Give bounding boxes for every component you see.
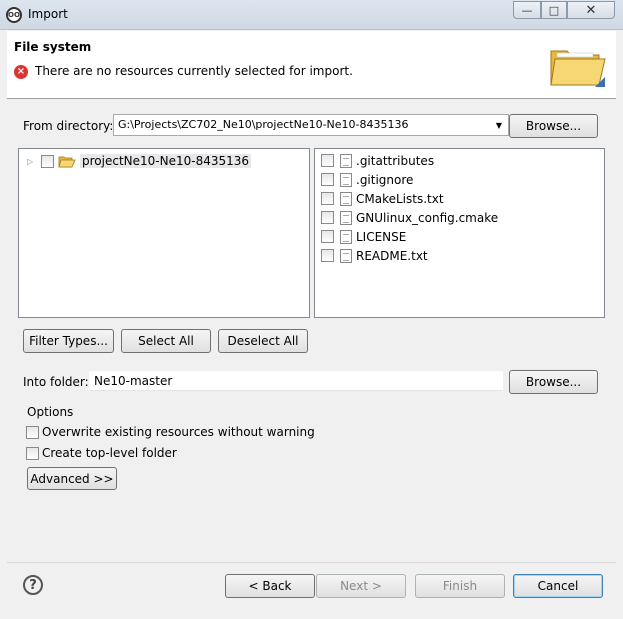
tree-item-checkbox[interactable] [41, 154, 54, 168]
into-folder-label: Into folder: [23, 375, 89, 389]
file-list[interactable]: .gitattributes .gitignore CMakeLists.txt… [314, 148, 605, 318]
file-item[interactable]: GNUlinux_config.cmake [321, 208, 498, 227]
file-checkbox[interactable] [321, 230, 334, 243]
maximize-button[interactable]: □ [541, 1, 567, 19]
create-top-level-option[interactable]: Create top-level folder [26, 446, 177, 460]
file-item[interactable]: .gitattributes [321, 151, 434, 170]
next-button[interactable]: Next > [316, 574, 406, 598]
help-icon[interactable]: ? [23, 575, 43, 595]
folder-icon [58, 156, 76, 167]
file-icon [340, 153, 352, 168]
overwrite-label: Overwrite existing resources without war… [42, 425, 315, 439]
create-top-level-label: Create top-level folder [42, 446, 177, 460]
wizard-footer: ? < Back Next > Finish Cancel [7, 562, 616, 612]
cancel-button[interactable]: Cancel [513, 574, 603, 598]
header-message: There are no resources currently selecte… [35, 64, 353, 78]
file-checkbox[interactable] [321, 192, 334, 205]
file-checkbox[interactable] [321, 211, 334, 224]
options-title: Options [27, 405, 74, 419]
create-top-level-checkbox[interactable] [26, 446, 39, 460]
tree-item-root[interactable]: ▷ projectNe10-Ne10-8435136 [27, 152, 252, 170]
file-label: GNUlinux_config.cmake [356, 210, 499, 225]
window-title: Import [28, 7, 68, 21]
wizard-header: File system × There are no resources cur… [7, 31, 616, 99]
page-title: File system [14, 40, 92, 54]
file-checkbox[interactable] [321, 249, 334, 262]
overwrite-checkbox[interactable] [26, 425, 39, 439]
expand-icon[interactable]: ▷ [27, 157, 41, 166]
advanced-button[interactable]: Advanced >> [27, 467, 117, 490]
browse-directory-button[interactable]: Browse... [509, 114, 598, 138]
select-all-button[interactable]: Select All [121, 329, 211, 353]
file-icon [340, 210, 352, 225]
file-label: .gitignore [356, 172, 414, 187]
file-icon [340, 191, 352, 206]
title-bar: OO Import — □ ✕ [0, 0, 623, 30]
file-item[interactable]: README.txt [321, 246, 428, 265]
close-button[interactable]: ✕ [567, 1, 615, 19]
file-icon [340, 248, 352, 263]
file-item[interactable]: LICENSE [321, 227, 406, 246]
finish-button[interactable]: Finish [415, 574, 505, 598]
filter-types-button[interactable]: Filter Types... [23, 329, 114, 353]
from-directory-label: From directory: [23, 119, 114, 133]
file-item[interactable]: .gitignore [321, 170, 413, 189]
wizard-content: From directory: G:\Projects\ZC702_Ne10\p… [7, 100, 616, 562]
overwrite-option[interactable]: Overwrite existing resources without war… [26, 425, 315, 439]
file-label: LICENSE [356, 229, 407, 244]
file-icon [340, 172, 352, 187]
dropdown-arrow-icon[interactable]: ▼ [492, 117, 506, 133]
into-folder-input[interactable]: Ne10-master [89, 371, 503, 391]
app-icon: OO [6, 7, 22, 23]
file-checkbox[interactable] [321, 173, 334, 186]
folder-tree[interactable]: ▷ projectNe10-Ne10-8435136 [18, 148, 310, 318]
deselect-all-button[interactable]: Deselect All [218, 329, 308, 353]
browse-folder-button[interactable]: Browse... [509, 370, 598, 394]
tree-item-label: projectNe10-Ne10-8435136 [80, 154, 252, 168]
file-checkbox[interactable] [321, 154, 334, 167]
back-button[interactable]: < Back [225, 574, 315, 598]
file-label: CMakeLists.txt [356, 191, 444, 206]
file-label: README.txt [356, 248, 428, 263]
file-label: .gitattributes [356, 153, 435, 168]
folder-banner-icon [550, 50, 606, 87]
error-icon: × [14, 65, 28, 79]
from-directory-value: G:\Projects\ZC702_Ne10\projectNe10-Ne10-… [118, 118, 409, 131]
minimize-button[interactable]: — [513, 1, 541, 19]
file-icon [340, 229, 352, 244]
from-directory-combo[interactable]: G:\Projects\ZC702_Ne10\projectNe10-Ne10-… [113, 114, 509, 136]
file-item[interactable]: CMakeLists.txt [321, 189, 444, 208]
